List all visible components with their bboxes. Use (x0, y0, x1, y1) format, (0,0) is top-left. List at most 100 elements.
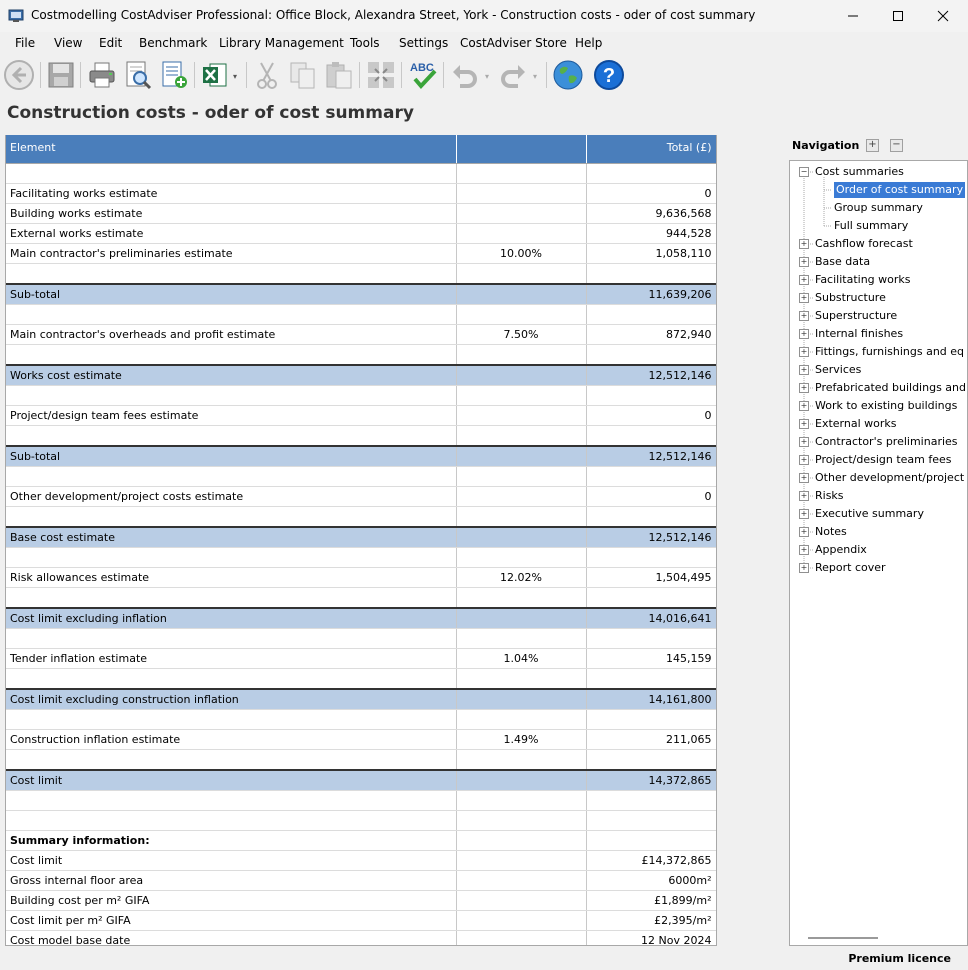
spellcheck-button[interactable]: ABC (407, 59, 439, 91)
element-cell[interactable]: Other development/project costs estimate (6, 486, 457, 507)
total-cell[interactable] (586, 628, 716, 649)
total-cell[interactable] (586, 810, 716, 831)
element-cell[interactable]: Cost model base date (6, 930, 457, 945)
help-button[interactable]: ? (593, 59, 625, 91)
rate-cell[interactable] (456, 910, 587, 931)
total-cell[interactable]: 9,636,568 (586, 203, 716, 224)
table-row[interactable]: Main contractor's overheads and profit e… (6, 324, 716, 345)
table-row[interactable]: Cost model base date 12 Nov 2024 (6, 930, 716, 945)
rate-cell[interactable] (456, 385, 587, 406)
tree-item[interactable]: Work to existing buildings (815, 398, 957, 414)
element-cell[interactable]: Main contractor's overheads and profit e… (6, 324, 457, 345)
rate-cell[interactable]: 7.50% (456, 324, 587, 345)
table-row[interactable]: Cost limit excluding construction inflat… (6, 688, 716, 710)
expand-node-icon[interactable]: + (799, 437, 809, 447)
element-cell[interactable] (6, 668, 457, 690)
tree-item[interactable]: Cost summaries (815, 164, 904, 180)
table-row[interactable] (6, 547, 716, 568)
table-row[interactable]: Sub-total 11,639,206 (6, 283, 716, 305)
menu-edit[interactable]: Edit (99, 36, 122, 50)
table-row[interactable]: Construction inflation estimate 1.49% 211,… (6, 729, 716, 750)
rate-cell[interactable] (456, 547, 587, 568)
element-cell[interactable] (6, 385, 457, 406)
total-cell[interactable]: 872,940 (586, 324, 716, 345)
table-row[interactable]: Gross internal floor area 6000m² (6, 870, 716, 891)
table-row[interactable]: Cost limit per m² GIFA £2,395/m² (6, 910, 716, 931)
tree-item[interactable]: Internal finishes (815, 326, 903, 342)
collapse-all-icon[interactable]: − (890, 139, 903, 152)
table-row[interactable]: Base cost estimate 12,512,146 (6, 526, 716, 548)
total-cell[interactable] (586, 668, 716, 690)
rate-cell[interactable]: 1.49% (456, 729, 587, 750)
rate-cell[interactable] (456, 163, 587, 184)
total-cell[interactable] (586, 587, 716, 609)
rate-cell[interactable] (456, 930, 587, 945)
total-cell[interactable]: £1,899/m² (586, 890, 716, 911)
total-cell[interactable] (586, 425, 716, 447)
tree-item[interactable]: Services (815, 362, 861, 378)
print-button[interactable] (86, 59, 118, 91)
table-row[interactable] (6, 466, 716, 487)
element-cell[interactable]: Building works estimate (6, 203, 457, 224)
total-cell[interactable]: 944,528 (586, 223, 716, 244)
menu-benchmark[interactable]: Benchmark (139, 36, 207, 50)
rate-cell[interactable] (456, 668, 587, 690)
element-cell[interactable]: Construction inflation estimate (6, 729, 457, 750)
element-cell[interactable]: Base cost estimate (6, 526, 457, 548)
tree-item[interactable]: Base data (815, 254, 870, 270)
rate-cell[interactable]: 10.00% (456, 243, 587, 264)
expand-node-icon[interactable]: + (799, 455, 809, 465)
expand-node-icon[interactable]: + (799, 545, 809, 555)
total-cell[interactable]: 12,512,146 (586, 526, 716, 548)
expand-node-icon[interactable]: + (799, 527, 809, 537)
expand-node-icon[interactable]: + (799, 563, 809, 573)
tree-item[interactable]: Other development/project (815, 470, 964, 486)
element-cell[interactable] (6, 344, 457, 366)
column-header-rate[interactable] (456, 135, 587, 164)
total-cell[interactable]: 1,058,110 (586, 243, 716, 264)
expand-node-icon[interactable]: + (799, 401, 809, 411)
rate-cell[interactable] (456, 749, 587, 771)
element-cell[interactable]: Main contractor's preliminaries estimate (6, 243, 457, 264)
element-cell[interactable] (6, 506, 457, 528)
element-cell[interactable] (6, 749, 457, 771)
table-row[interactable]: Cost limit excluding inflation 14,016,641 (6, 607, 716, 629)
element-cell[interactable] (6, 790, 457, 811)
rate-cell[interactable] (456, 506, 587, 528)
table-row[interactable] (6, 304, 716, 325)
tree-item[interactable]: Executive summary (815, 506, 924, 522)
rate-cell[interactable] (456, 870, 587, 891)
rate-cell[interactable] (456, 709, 587, 730)
table-row[interactable] (6, 628, 716, 649)
total-cell[interactable] (586, 385, 716, 406)
column-header-total[interactable]: Total (£) (586, 135, 716, 164)
rate-cell[interactable] (456, 830, 587, 851)
total-cell[interactable]: 12,512,146 (586, 364, 716, 386)
rate-cell[interactable] (456, 587, 587, 609)
table-row[interactable] (6, 749, 716, 771)
table-row[interactable] (6, 506, 716, 528)
total-cell[interactable] (586, 506, 716, 528)
total-cell[interactable]: £2,395/m² (586, 910, 716, 931)
tree-item[interactable]: Report cover (815, 560, 886, 576)
table-row[interactable] (6, 425, 716, 447)
collapse-node-icon[interactable]: − (799, 167, 809, 177)
undo-dropdown-icon[interactable]: ▾ (485, 72, 489, 81)
tree-item[interactable]: Contractor's preliminaries (815, 434, 958, 450)
save-button[interactable] (45, 59, 77, 91)
rate-cell[interactable] (456, 263, 587, 285)
total-cell[interactable] (586, 163, 716, 184)
table-row[interactable]: Other development/project costs estimate… (6, 486, 716, 507)
table-row[interactable]: Building cost per m² GIFA £1,899/m² (6, 890, 716, 911)
minimize-button[interactable] (830, 0, 876, 32)
element-cell[interactable] (6, 810, 457, 831)
menu-settings[interactable]: Settings (399, 36, 448, 50)
column-header-element[interactable]: Element (6, 135, 457, 164)
table-row[interactable]: Main contractor's preliminaries estimate… (6, 243, 716, 264)
table-row[interactable] (6, 587, 716, 609)
expand-node-icon[interactable]: + (799, 509, 809, 519)
rate-cell[interactable] (456, 304, 587, 325)
rate-cell[interactable] (456, 486, 587, 507)
table-row[interactable]: Building works estimate 9,636,568 (6, 203, 716, 224)
menu-costadviser-store[interactable]: CostAdviser Store (460, 36, 567, 50)
